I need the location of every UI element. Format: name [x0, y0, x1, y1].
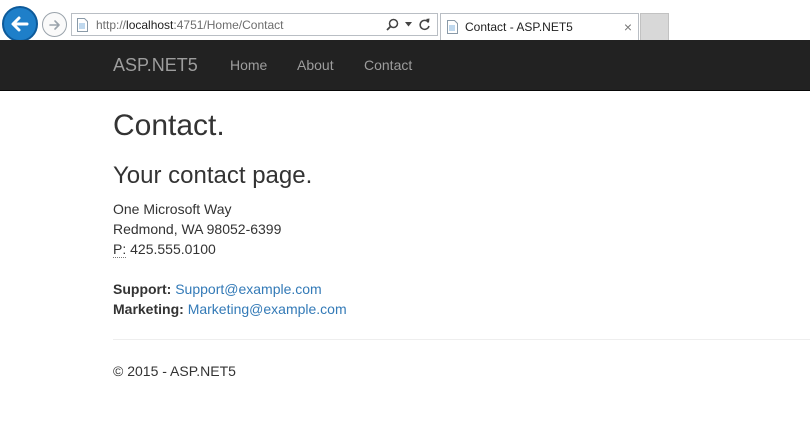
- address-phone: P: 425.555.0100: [113, 241, 216, 258]
- arrow-left-icon: [11, 16, 29, 32]
- page-title: Contact.: [113, 109, 225, 142]
- page-icon: [77, 17, 88, 32]
- search-icon[interactable]: [386, 18, 399, 31]
- marketing-line: Marketing: Marketing@example.com: [113, 301, 347, 317]
- marketing-email-link[interactable]: Marketing@example.com: [188, 301, 347, 317]
- refresh-icon[interactable]: [418, 18, 431, 31]
- browser-tab[interactable]: Contact - ASP.NET5 ×: [440, 13, 639, 40]
- dropdown-arrow-icon[interactable]: [405, 22, 412, 27]
- navbar: ASP.NET5 Home About Contact: [0, 40, 810, 91]
- footer-divider: [113, 339, 810, 340]
- page-icon: [447, 20, 458, 34]
- support-line: Support: Support@example.com: [113, 281, 322, 297]
- navbar-brand[interactable]: ASP.NET5: [113, 55, 198, 76]
- nav-link-about[interactable]: About: [297, 57, 334, 73]
- tab-title: Contact - ASP.NET5: [465, 20, 573, 34]
- new-tab-button[interactable]: [640, 13, 669, 40]
- browser-chrome: http://localhost:4751/Home/Contact Conta…: [0, 0, 810, 42]
- marketing-label: Marketing:: [113, 301, 184, 317]
- url-text: http://localhost:4751/Home/Contact: [96, 17, 284, 32]
- phone-number: 425.555.0100: [130, 241, 216, 257]
- nav-link-contact[interactable]: Contact: [364, 57, 412, 73]
- close-tab-icon[interactable]: ×: [624, 19, 632, 35]
- phone-label: P:: [113, 241, 127, 258]
- address-street: One Microsoft Way: [113, 201, 232, 217]
- page-subtitle: Your contact page.: [113, 162, 313, 189]
- footer-copyright: © 2015 - ASP.NET5: [113, 363, 236, 379]
- back-button[interactable]: [2, 6, 38, 42]
- support-email-link[interactable]: Support@example.com: [175, 281, 322, 297]
- arrow-right-icon: [48, 19, 60, 30]
- support-label: Support:: [113, 281, 172, 297]
- forward-button[interactable]: [42, 12, 67, 37]
- nav-link-home[interactable]: Home: [230, 57, 267, 73]
- address-city: Redmond, WA 98052-6399: [113, 221, 282, 237]
- address-bar[interactable]: http://localhost:4751/Home/Contact: [71, 13, 438, 36]
